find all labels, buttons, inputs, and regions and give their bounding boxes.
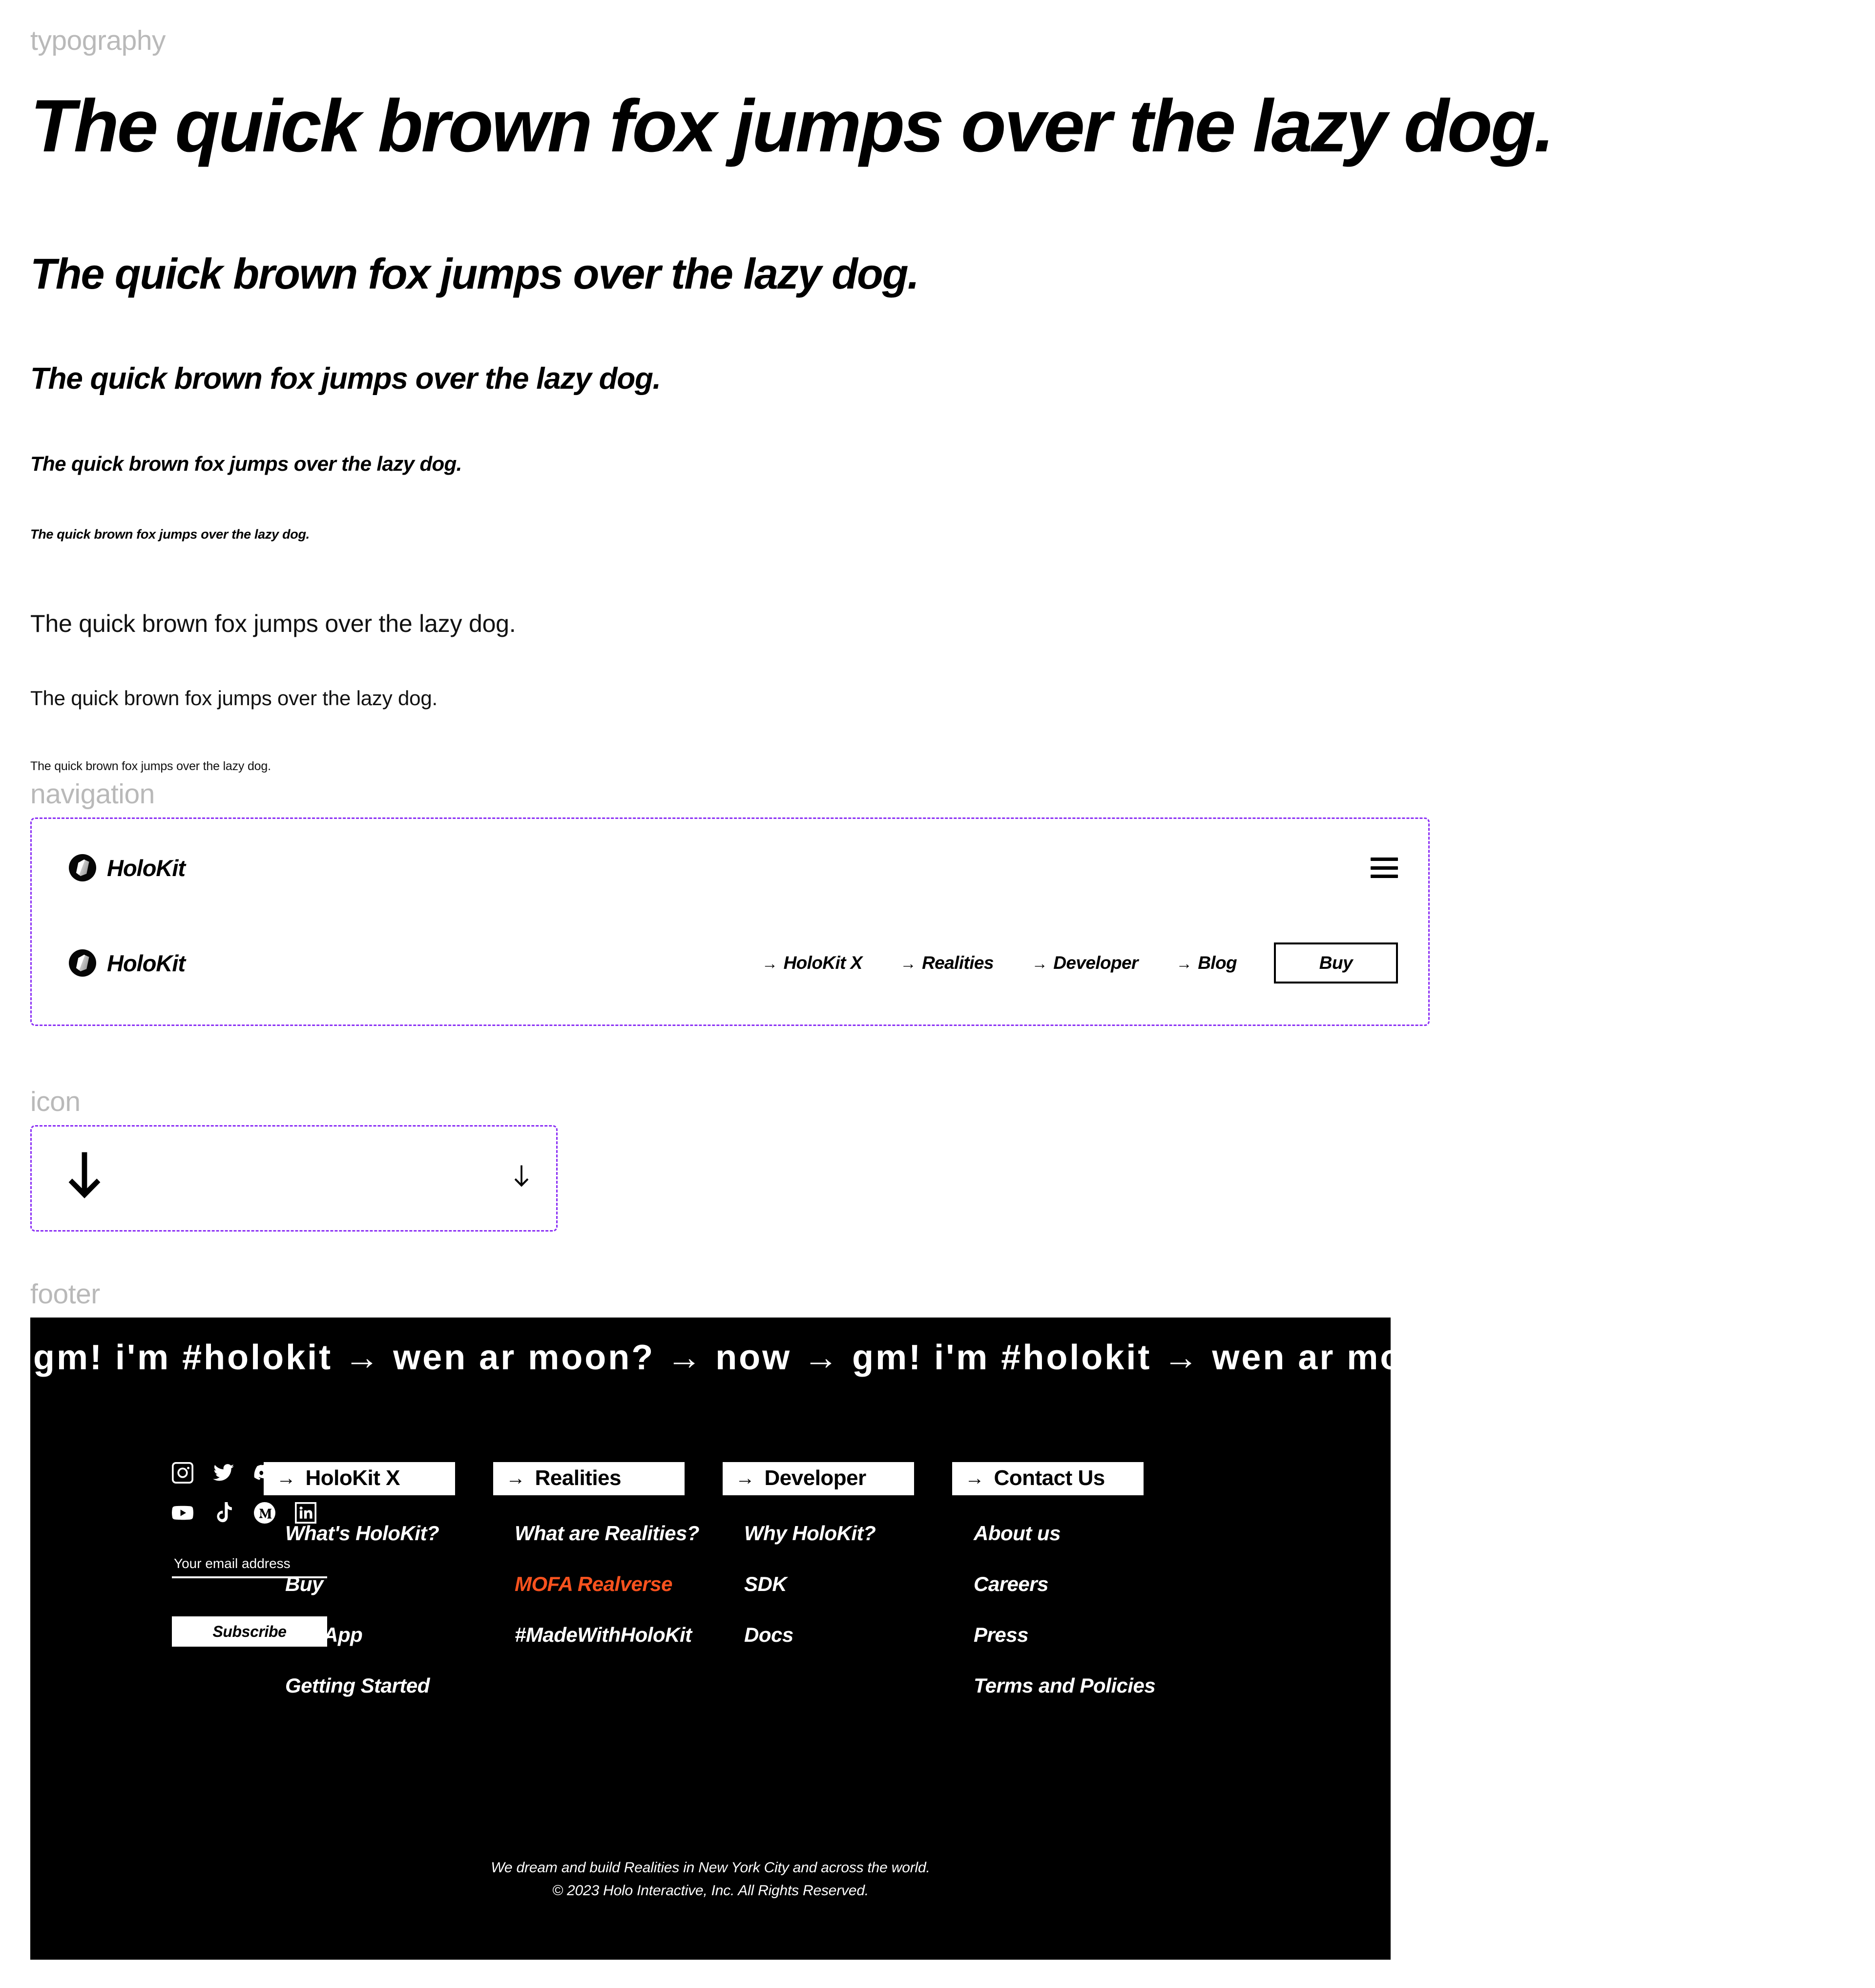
nav-link-label: Developer: [1053, 953, 1138, 973]
brand-name: HoloKit: [107, 855, 186, 881]
nav-link-label: Realities: [922, 953, 994, 973]
nav-link-blog[interactable]: → Blog: [1176, 953, 1237, 973]
arrow-right-icon: →: [276, 1467, 296, 1489]
footer-preview: gm! i'm #holokit → wen ar moon? → now → …: [30, 1318, 1391, 1960]
tiktok-icon[interactable]: [213, 1502, 234, 1524]
footer-column-title: Developer: [764, 1466, 867, 1490]
social-icon-grid: [172, 1462, 316, 1525]
brand-logo-mobile[interactable]: HoloKit: [69, 854, 186, 881]
type-sample-display-4: The quick brown fox jumps over the lazy …: [30, 452, 462, 475]
arrow-right-icon: →: [900, 954, 917, 972]
holokit-logo-icon: [69, 854, 96, 881]
icon-preview-frame: [30, 1125, 558, 1232]
section-label-footer: footer: [30, 1278, 100, 1310]
footer-column-developer: → Developer Why HoloKit? SDK Docs: [723, 1462, 952, 1674]
footer-column-contact-us: → Contact Us About us Careers Press Term…: [952, 1462, 1182, 1725]
twitter-icon[interactable]: [213, 1462, 234, 1484]
hamburger-menu-icon[interactable]: [1371, 858, 1398, 878]
hamburger-bar: [1371, 866, 1398, 870]
footer-marquee-text: gm! i'm #holokit → wen ar moon? → now → …: [33, 1338, 1391, 1377]
footer-link-getting-started[interactable]: Getting Started: [264, 1674, 483, 1697]
navigation-preview-frame: HoloKit HoloKit → HoloKit X → Realities …: [30, 817, 1430, 1026]
footer-column-realities: → Realities What are Realities? MOFA Rea…: [493, 1462, 723, 1674]
footer-grid: Subscribe → HoloKit X What's HoloKit? Bu…: [30, 1462, 1391, 1725]
arrow-right-icon: →: [1176, 954, 1192, 972]
nav-link-realities[interactable]: → Realities: [900, 953, 994, 973]
instagram-icon[interactable]: [172, 1462, 193, 1484]
footer-link-buy[interactable]: Buy: [264, 1572, 483, 1596]
footer-link-docs[interactable]: Docs: [723, 1623, 942, 1647]
footer-column-title: HoloKit X: [305, 1466, 400, 1490]
brand-name: HoloKit: [107, 950, 186, 976]
footer-column-head-realities[interactable]: → Realities: [493, 1462, 685, 1495]
type-sample-display-2: The quick brown fox jumps over the lazy …: [30, 250, 919, 298]
footer-link-why-holokit[interactable]: Why HoloKit?: [723, 1522, 942, 1545]
footer-tagline: We dream and build Realities in New York…: [491, 1860, 930, 1876]
section-label-icon: icon: [30, 1086, 81, 1117]
brand-logo-desktop[interactable]: HoloKit: [69, 949, 186, 977]
footer-column-head-contact-us[interactable]: → Contact Us: [952, 1462, 1144, 1495]
hamburger-bar: [1371, 858, 1398, 861]
footer-social-column: Subscribe: [30, 1462, 327, 1647]
hamburger-bar: [1371, 875, 1398, 878]
type-sample-display-5: The quick brown fox jumps over the lazy …: [30, 527, 310, 542]
footer-column-title: Realities: [535, 1466, 622, 1490]
nav-link-label: HoloKit X: [783, 953, 863, 973]
arrow-right-icon: →: [1031, 954, 1048, 972]
footer-column-title: Contact Us: [994, 1466, 1105, 1490]
footer-column-head-holokit-x[interactable]: → HoloKit X: [264, 1462, 455, 1495]
footer-link-mofa-realverse[interactable]: MOFA Realverse: [493, 1572, 713, 1596]
nav-link-label: Blog: [1198, 953, 1237, 973]
arrow-right-icon: →: [735, 1467, 755, 1489]
section-label-navigation: navigation: [30, 778, 155, 810]
footer-column-holokit-x: → HoloKit X What's HoloKit? Buy Get App …: [264, 1462, 493, 1725]
footer-link-sdk[interactable]: SDK: [723, 1572, 942, 1596]
footer-copyright: © 2023 Holo Interactive, Inc. All Rights…: [552, 1882, 869, 1899]
footer-link-careers[interactable]: Careers: [952, 1572, 1172, 1596]
footer-link-get-app[interactable]: Get App: [264, 1623, 483, 1647]
arrow-right-icon: →: [965, 1467, 984, 1489]
nav-links: → HoloKit X → Realities → Developer → Bl…: [724, 942, 1398, 984]
buy-button[interactable]: Buy: [1274, 942, 1398, 984]
navbar-mobile: HoloKit: [32, 838, 1428, 897]
footer-link-terms-and-policies[interactable]: Terms and Policies: [952, 1674, 1172, 1697]
type-sample-body-2: The quick brown fox jumps over the lazy …: [30, 687, 438, 710]
footer-link-about-us[interactable]: About us: [952, 1522, 1172, 1545]
youtube-icon[interactable]: [172, 1502, 193, 1524]
arrow-right-icon: →: [762, 954, 778, 972]
footer-link-madewithholokit[interactable]: #MadeWithHoloKit: [493, 1623, 713, 1647]
arrow-right-icon: →: [506, 1467, 525, 1489]
type-sample-display-3: The quick brown fox jumps over the lazy …: [30, 362, 661, 396]
type-sample-display-1: The quick brown fox jumps over the lazy …: [30, 84, 1555, 167]
footer-marquee: gm! i'm #holokit → wen ar moon? → now → …: [30, 1334, 1391, 1381]
nav-link-holokit-x[interactable]: → HoloKit X: [762, 953, 862, 973]
type-sample-body-3: The quick brown fox jumps over the lazy …: [30, 759, 271, 773]
footer-link-whats-holokit[interactable]: What's HoloKit?: [264, 1522, 483, 1545]
holokit-logo-icon: [69, 949, 96, 977]
arrow-down-small-icon[interactable]: [513, 1165, 530, 1192]
type-sample-body-1: The quick brown fox jumps over the lazy …: [30, 610, 516, 637]
footer-link-what-are-realities[interactable]: What are Realities?: [493, 1522, 713, 1545]
footer-column-head-developer[interactable]: → Developer: [723, 1462, 914, 1495]
nav-link-developer[interactable]: → Developer: [1031, 953, 1139, 973]
section-label-typography: typography: [30, 25, 166, 56]
footer-link-press[interactable]: Press: [952, 1623, 1172, 1647]
navbar-desktop: HoloKit → HoloKit X → Realities → Develo…: [32, 934, 1428, 992]
footer-bottom: We dream and build Realities in New York…: [30, 1857, 1391, 1902]
arrow-down-large-icon[interactable]: [67, 1152, 102, 1205]
